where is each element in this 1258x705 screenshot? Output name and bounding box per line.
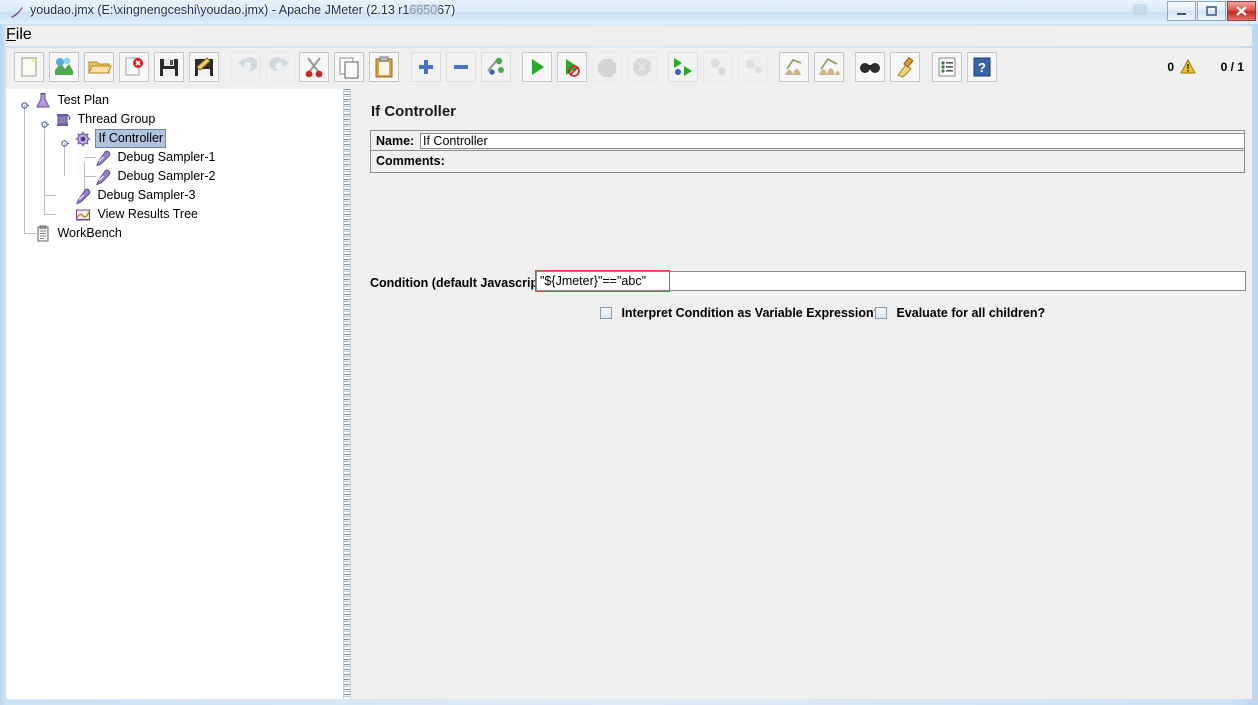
tree-handle-thread-group[interactable] xyxy=(40,116,49,128)
window-title: youdao.jmx (E:\xingnengceshi\youdao.jmx)… xyxy=(30,3,456,17)
warning-triangle-icon[interactable] xyxy=(1180,58,1196,79)
main-split-pane: Test Plan Thread Group If Controller Deb… xyxy=(6,89,1252,699)
tree-node-label: Thread Group xyxy=(77,112,156,126)
tree-handle-test-plan[interactable] xyxy=(20,97,29,109)
test-plan-tree[interactable]: Test Plan Thread Group If Controller Deb… xyxy=(6,89,344,699)
tree-node-debug-sampler-2[interactable]: Debug Sampler-2 xyxy=(94,167,217,186)
toolbar: ? 0 0 / 1 xyxy=(6,48,1252,90)
if-controller-icon xyxy=(74,130,92,148)
tree-handle-if-controller[interactable] xyxy=(60,135,69,147)
title-bar: youdao.jmx (E:\xingnengceshi\youdao.jmx)… xyxy=(0,0,1258,24)
comments-row: Comments: xyxy=(370,151,1245,173)
copy-icon[interactable] xyxy=(334,52,364,82)
page-title: If Controller xyxy=(371,103,456,120)
tree-node-label: Debug Sampler-3 xyxy=(97,188,196,202)
workbench-icon xyxy=(34,225,52,243)
shutdown-remote-icon[interactable] xyxy=(738,52,768,82)
tree-node-debug-sampler-1[interactable]: Debug Sampler-1 xyxy=(94,148,217,167)
jmeter-window: youdao.jmx (E:\xingnengceshi\youdao.jmx)… xyxy=(0,0,1258,705)
tree-line xyxy=(44,195,56,196)
new-icon[interactable] xyxy=(14,52,44,82)
warning-count: 0 xyxy=(1167,60,1174,74)
tree-node-label: Test Plan xyxy=(57,93,109,107)
svg-text:?: ? xyxy=(978,60,986,75)
tree-node-workbench[interactable]: WorkBench xyxy=(34,224,124,243)
menu-bar: File xyxy=(6,26,1252,46)
tree-node-label: Debug Sampler-2 xyxy=(117,169,216,183)
help-icon[interactable]: ? xyxy=(967,52,997,82)
tree-node-label: View Results Tree xyxy=(97,207,198,221)
if-controller-panel: If Controller Name: If Controller Commen… xyxy=(351,89,1252,699)
minimize-button[interactable] xyxy=(1167,1,1196,21)
collapse-all-icon[interactable] xyxy=(446,52,476,82)
close-button[interactable] xyxy=(1227,1,1256,21)
tree-node-label: Debug Sampler-1 xyxy=(117,150,216,164)
tree-node-debug-sampler-3[interactable]: Debug Sampler-3 xyxy=(74,186,197,205)
tree-line xyxy=(24,105,25,234)
tree-node-label: If Controller xyxy=(95,129,167,148)
start-remote-icon[interactable] xyxy=(668,52,698,82)
cut-icon[interactable] xyxy=(299,52,329,82)
expand-all-icon[interactable] xyxy=(411,52,441,82)
start-no-pauses-icon[interactable] xyxy=(557,52,587,82)
comments-label: Comments: xyxy=(376,154,445,168)
search-icon[interactable] xyxy=(855,52,885,82)
close-document-icon[interactable] xyxy=(119,52,149,82)
stop-icon[interactable] xyxy=(592,52,622,82)
title-artifact-2 xyxy=(1133,4,1147,15)
toggle-icon[interactable] xyxy=(481,52,511,82)
stop-remote-icon[interactable] xyxy=(703,52,733,82)
tree-line xyxy=(44,124,45,214)
condition-label: Condition (default Javascript) xyxy=(370,276,547,290)
debug-sampler-icon xyxy=(74,187,92,205)
templates-icon[interactable] xyxy=(49,52,79,82)
paste-icon[interactable] xyxy=(369,52,399,82)
interpret-condition-label: Interpret Condition as Variable Expressi… xyxy=(621,305,882,320)
save-as-icon[interactable] xyxy=(189,52,219,82)
function-helper-icon[interactable] xyxy=(932,52,962,82)
undo-icon[interactable] xyxy=(231,52,261,82)
search-reset-icon[interactable] xyxy=(890,52,920,82)
start-icon[interactable] xyxy=(522,52,552,82)
tree-node-label: WorkBench xyxy=(57,226,122,240)
condition-input[interactable]: "${Jmeter}"=="abc" xyxy=(536,271,1246,291)
evaluate-all-children-checkbox-row[interactable]: Evaluate for all children? xyxy=(875,304,1045,322)
active-threads-count: 0 / 1 xyxy=(1220,60,1244,74)
interpret-condition-checkbox[interactable] xyxy=(600,306,612,319)
name-row: Name: If Controller xyxy=(370,130,1245,151)
split-pane-divider[interactable] xyxy=(343,89,351,699)
view-results-tree-icon xyxy=(74,206,92,224)
debug-sampler-icon xyxy=(94,168,112,186)
tree-node-if-controller[interactable]: If Controller xyxy=(74,129,167,148)
shutdown-icon[interactable] xyxy=(627,52,657,82)
clear-all-icon[interactable] xyxy=(814,52,844,82)
test-plan-icon xyxy=(34,92,52,110)
title-artifact-1 xyxy=(409,4,439,15)
tree-line xyxy=(44,214,56,215)
debug-sampler-icon xyxy=(94,149,112,167)
name-label: Name: xyxy=(376,134,415,148)
jmeter-feather-icon xyxy=(9,4,25,20)
save-icon[interactable] xyxy=(154,52,184,82)
clear-icon[interactable] xyxy=(779,52,809,82)
tree-node-thread-group[interactable]: Thread Group xyxy=(54,110,157,129)
redo-icon[interactable] xyxy=(266,52,296,82)
maximize-button[interactable] xyxy=(1197,1,1226,21)
evaluate-all-children-checkbox[interactable] xyxy=(875,306,887,319)
tree-node-test-plan[interactable]: Test Plan xyxy=(34,91,111,110)
interpret-condition-checkbox-row[interactable]: Interpret Condition as Variable Expressi… xyxy=(600,304,881,322)
name-input[interactable]: If Controller xyxy=(420,133,1244,149)
open-icon[interactable] xyxy=(84,52,114,82)
evaluate-all-children-label: Evaluate for all children? xyxy=(896,305,1046,320)
thread-group-icon xyxy=(54,111,72,129)
tree-node-view-results-tree[interactable]: View Results Tree xyxy=(74,205,200,224)
